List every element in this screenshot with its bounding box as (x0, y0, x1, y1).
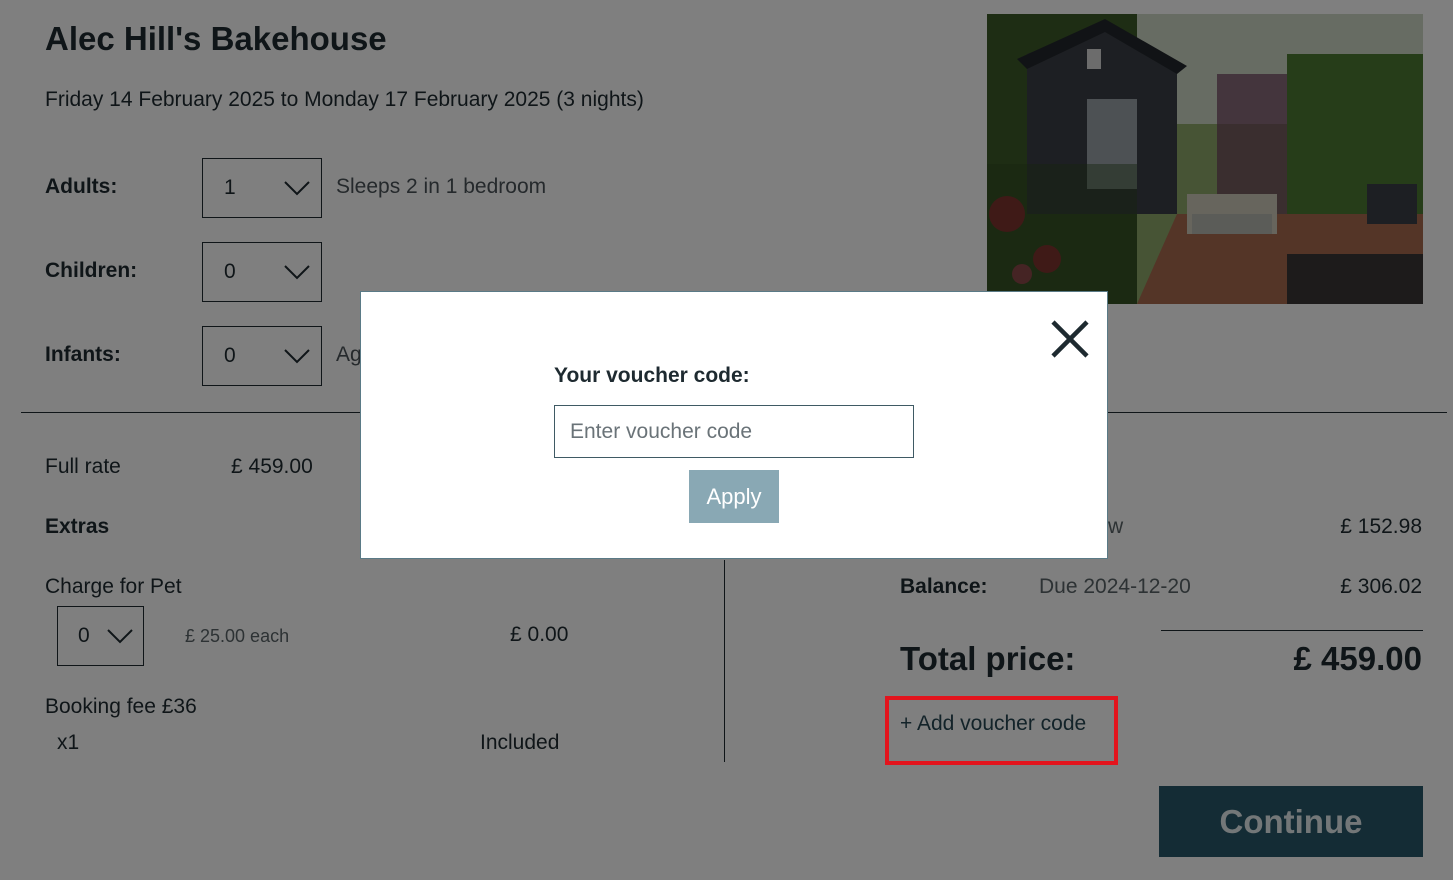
voucher-modal: Your voucher code: Apply (360, 291, 1108, 559)
close-icon (1051, 320, 1089, 358)
apply-button[interactable]: Apply (689, 470, 779, 523)
close-button[interactable] (1050, 319, 1090, 359)
highlight-box (885, 696, 1118, 765)
voucher-code-label: Your voucher code: (554, 364, 750, 387)
voucher-code-input[interactable] (554, 405, 914, 458)
